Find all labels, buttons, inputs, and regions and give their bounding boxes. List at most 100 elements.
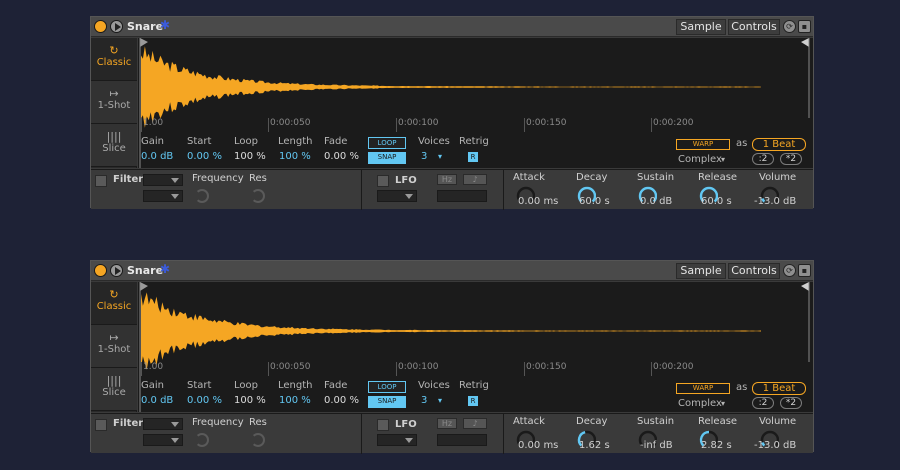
filter-circuit-select[interactable] bbox=[143, 434, 183, 446]
warp-button[interactable]: WARP bbox=[676, 139, 730, 150]
end-marker-icon[interactable] bbox=[801, 282, 809, 291]
power-button[interactable] bbox=[94, 20, 107, 33]
filter-circuit-select[interactable] bbox=[143, 190, 183, 202]
as-label: as bbox=[736, 138, 748, 149]
lfo-sync-note-icon[interactable]: ♪ bbox=[463, 174, 487, 185]
save-preset-icon[interactable]: ▪ bbox=[798, 264, 811, 277]
save-preset-icon[interactable]: ▪ bbox=[798, 20, 811, 33]
frequency-knob[interactable] bbox=[195, 433, 209, 447]
lfo-toggle[interactable] bbox=[377, 419, 389, 431]
snap-button[interactable]: SNAP bbox=[368, 152, 406, 164]
lfo-toggle[interactable] bbox=[377, 175, 389, 187]
start-marker-icon[interactable] bbox=[140, 282, 148, 291]
lfo-wave-select[interactable] bbox=[377, 190, 417, 202]
retrig-button[interactable]: R bbox=[468, 396, 478, 406]
beat-length-field[interactable]: 1 Beat bbox=[752, 138, 806, 151]
double-button[interactable]: *2 bbox=[780, 153, 802, 165]
envelope-value[interactable]: -13.0 dB bbox=[754, 440, 796, 451]
gain-value[interactable]: 0.0 dB bbox=[141, 395, 173, 406]
filter-toggle[interactable] bbox=[95, 419, 107, 431]
start-marker-icon[interactable] bbox=[140, 38, 148, 47]
end-marker-icon[interactable] bbox=[801, 38, 809, 47]
length-label: Length bbox=[278, 380, 313, 391]
lfo-hz-button[interactable]: Hz bbox=[437, 418, 457, 429]
lfo-sync-note-icon[interactable]: ♪ bbox=[463, 418, 487, 429]
lfo-hz-button[interactable]: Hz bbox=[437, 174, 457, 185]
tab-controls[interactable]: Controls bbox=[728, 263, 780, 279]
envelope-label: Volume bbox=[759, 416, 797, 427]
beat-length-field[interactable]: 1 Beat bbox=[752, 382, 806, 395]
warp-mode-dropdown-icon[interactable]: ▾ bbox=[721, 399, 725, 408]
tab-sample[interactable]: Sample bbox=[676, 19, 726, 35]
frequency-knob[interactable] bbox=[195, 189, 209, 203]
filter-toggle[interactable] bbox=[95, 175, 107, 187]
loop-button[interactable]: LOOP bbox=[368, 381, 406, 393]
envelope-value[interactable]: 0.00 ms bbox=[518, 196, 558, 207]
fade-value[interactable]: 0.00 % bbox=[324, 395, 359, 406]
envelope-value[interactable]: 2.82 s bbox=[701, 440, 732, 451]
envelope-value[interactable]: 60.0 s bbox=[579, 196, 610, 207]
retrig-button[interactable]: R bbox=[468, 152, 478, 162]
device-title-bar[interactable]: Snare ✱ Sample Controls ⟳ ▪ bbox=[91, 17, 813, 37]
res-knob[interactable] bbox=[251, 433, 265, 447]
loop-value[interactable]: 100 % bbox=[234, 395, 266, 406]
length-value[interactable]: 100 % bbox=[279, 395, 311, 406]
res-knob[interactable] bbox=[251, 189, 265, 203]
power-button[interactable] bbox=[94, 264, 107, 277]
frequency-label: Frequency bbox=[192, 417, 244, 428]
length-value[interactable]: 100 % bbox=[279, 151, 311, 162]
voices-value[interactable]: 3 bbox=[421, 151, 427, 162]
mode-slice[interactable]: |||| Slice bbox=[91, 368, 137, 411]
double-button[interactable]: *2 bbox=[780, 397, 802, 409]
hot-swap-icon[interactable]: ⟳ bbox=[783, 264, 796, 277]
envelope-value[interactable]: 1.62 s bbox=[579, 440, 610, 451]
warp-mode-dropdown-icon[interactable]: ▾ bbox=[721, 155, 725, 164]
envelope-value[interactable]: 0.0 dB bbox=[640, 196, 672, 207]
device-title-bar[interactable]: Snare ✱ Sample Controls ⟳ ▪ bbox=[91, 261, 813, 281]
mode-slice[interactable]: |||| Slice bbox=[91, 124, 137, 167]
lfo-rate-field[interactable] bbox=[437, 434, 487, 446]
loop-value[interactable]: 100 % bbox=[234, 151, 266, 162]
envelope-5: Volume -13.0 dB bbox=[752, 414, 812, 454]
snap-button[interactable]: SNAP bbox=[368, 396, 406, 408]
warp-button[interactable]: WARP bbox=[676, 383, 730, 394]
frequency-label: Frequency bbox=[192, 173, 244, 184]
loop-button[interactable]: LOOP bbox=[368, 137, 406, 149]
mode-classic[interactable]: ↻ Classic bbox=[91, 282, 137, 325]
voices-dropdown-icon[interactable]: ▾ bbox=[438, 152, 442, 161]
start-value[interactable]: 0.00 % bbox=[187, 151, 222, 162]
gain-value[interactable]: 0.0 dB bbox=[141, 151, 173, 162]
play-button[interactable] bbox=[110, 264, 123, 277]
tab-controls[interactable]: Controls bbox=[728, 19, 780, 35]
mode-classic[interactable]: ↻ Classic bbox=[91, 38, 137, 81]
start-value[interactable]: 0.00 % bbox=[187, 395, 222, 406]
tab-sample[interactable]: Sample bbox=[676, 263, 726, 279]
filter-type-select[interactable] bbox=[143, 174, 183, 186]
waveform-display[interactable]: 1.00 0:00:050 0:00:100 0:00:150 0:00:200… bbox=[138, 282, 813, 412]
fade-label: Fade bbox=[324, 380, 348, 391]
half-button[interactable]: :2 bbox=[752, 153, 774, 165]
warp-mode-select[interactable]: Complex bbox=[678, 154, 722, 165]
waveform-display[interactable]: 1.00 0:00:050 0:00:100 0:00:150 0:00:200… bbox=[138, 38, 813, 168]
mode-1-shot[interactable]: ↦ 1-Shot bbox=[91, 81, 137, 124]
section-divider bbox=[361, 414, 362, 454]
envelope-value[interactable]: 0.00 ms bbox=[518, 440, 558, 451]
mode-1-shot[interactable]: ↦ 1-Shot bbox=[91, 325, 137, 368]
envelope-1: Attack 0.00 ms bbox=[508, 170, 568, 210]
voices-dropdown-icon[interactable]: ▾ bbox=[438, 396, 442, 405]
envelope-value[interactable]: 60.0 s bbox=[701, 196, 732, 207]
half-button[interactable]: :2 bbox=[752, 397, 774, 409]
section-divider bbox=[503, 170, 504, 210]
play-button[interactable] bbox=[110, 20, 123, 33]
warp-mode-select[interactable]: Complex bbox=[678, 398, 722, 409]
fade-value[interactable]: 0.00 % bbox=[324, 151, 359, 162]
lfo-rate-field[interactable] bbox=[437, 190, 487, 202]
envelope-4: Release 60.0 s bbox=[691, 170, 751, 210]
res-label: Res bbox=[249, 417, 267, 428]
voices-value[interactable]: 3 bbox=[421, 395, 427, 406]
envelope-value[interactable]: -inf dB bbox=[640, 440, 673, 451]
envelope-value[interactable]: -13.0 dB bbox=[754, 196, 796, 207]
lfo-wave-select[interactable] bbox=[377, 434, 417, 446]
filter-type-select[interactable] bbox=[143, 418, 183, 430]
hot-swap-icon[interactable]: ⟳ bbox=[783, 20, 796, 33]
